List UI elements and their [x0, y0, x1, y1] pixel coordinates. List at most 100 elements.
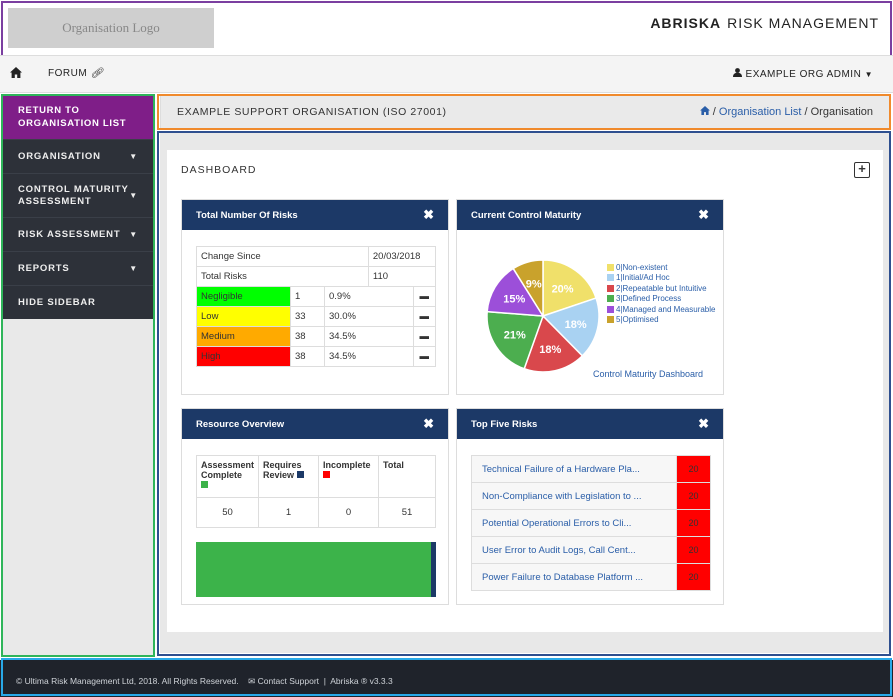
return-line-1: RETURN TO	[18, 105, 80, 116]
envelope-icon: ✉	[248, 676, 256, 686]
sidebar-item-reports[interactable]: REPORTS ▼	[2, 251, 154, 285]
panel-header: Top Five Risks ✖	[457, 409, 723, 439]
top-nav: FORUM 🔗︎ EXAMPLE ORG ADMIN ▼	[0, 55, 893, 93]
pie-slice-label: 18%	[565, 319, 587, 331]
breadcrumb-current: Organisation	[810, 106, 873, 118]
col-label: Assessment	[201, 460, 255, 470]
col-label: Total	[383, 460, 404, 470]
resource-progress-bar	[196, 542, 436, 597]
contact-support-link[interactable]: Contact Support	[258, 676, 319, 686]
col-label: Complete	[201, 470, 243, 480]
risk-pct: 0.9%	[324, 286, 414, 307]
top-risks-table: Technical Failure of a Hardware Pla... 20…	[471, 455, 711, 591]
legend-item: 0|Non-existent	[607, 262, 715, 273]
user-menu[interactable]: EXAMPLE ORG ADMIN ▼	[733, 68, 873, 80]
risk-level: High	[196, 346, 291, 367]
pie-slice-label: 20%	[552, 284, 574, 296]
resource-overview-panel: Resource Overview ✖ Assessment Complete Re…	[181, 408, 449, 605]
breadcrumb-separator: /	[804, 106, 808, 118]
table-row: Non-Compliance with Legislation to ... 20	[471, 482, 711, 510]
value-total: 51	[378, 497, 436, 528]
legend-label: 5|Optimised	[616, 315, 659, 325]
control-maturity-dashboard-link[interactable]: Control Maturity Dashboard	[593, 369, 703, 379]
col-label: Incomplete	[323, 460, 371, 470]
legend-item: 1|Initial/Ad Hoc	[607, 273, 715, 284]
label-line-2: ASSESSMENT	[18, 195, 92, 207]
caret-down-icon: ▼	[129, 264, 138, 273]
sidebar-item-label: CONTROL MATURITY ASSESSMENT	[18, 184, 129, 208]
user-icon	[733, 68, 743, 80]
table-row: Power Failure to Database Platform ... 20	[471, 563, 711, 591]
legend-swatch	[607, 284, 614, 292]
caret-down-icon: ▼	[864, 70, 873, 79]
legend-label: 1|Initial/Ad Hoc	[616, 273, 670, 283]
value-incomplete: 0	[318, 497, 380, 528]
risk-pct: 30.0%	[324, 306, 414, 327]
value-complete: 50	[195, 497, 260, 528]
risk-name-link[interactable]: Technical Failure of a Hardware Pla...	[471, 455, 677, 483]
breadcrumb-organisation-list-link[interactable]: Organisation List	[719, 106, 802, 118]
close-icon[interactable]: ✖	[698, 207, 709, 223]
risk-pct: 34.5%	[324, 346, 414, 367]
page-title: EXAMPLE SUPPORT ORGANISATION (ISO 27001)	[177, 106, 447, 118]
top-five-risks-panel: Top Five Risks ✖ Technical Failure of a H…	[456, 408, 724, 605]
close-icon[interactable]: ✖	[698, 416, 709, 432]
caret-down-icon: ▼	[129, 190, 138, 200]
incomplete-swatch	[323, 471, 331, 478]
return-to-organisation-list-button[interactable]: RETURN TO ORGANISATION LIST	[2, 95, 154, 139]
panel-title: Total Number Of Risks	[196, 209, 298, 221]
legend-swatch	[607, 274, 614, 282]
pie-slice-label: 15%	[503, 294, 525, 306]
dashboard: DASHBOARD + Total Number Of Risks ✖ Chang…	[167, 150, 883, 632]
col-total: Total	[378, 455, 436, 498]
close-icon[interactable]: ✖	[423, 416, 434, 432]
sidebar-item-hide-sidebar[interactable]: HIDE SIDEBAR	[2, 285, 154, 319]
legend-item: 4|Managed and Measurable	[607, 304, 715, 315]
total-risks-label: Total Risks	[196, 266, 369, 287]
return-line-2: ORGANISATION LIST	[18, 118, 127, 129]
progress-segment	[431, 542, 436, 597]
version-text: Abriska ® v3.3.3	[330, 676, 393, 686]
home-icon[interactable]	[10, 66, 22, 81]
table-row: Assessment Complete Requires Review Incomp…	[195, 455, 436, 498]
brand-subtitle: RISK MANAGEMENT	[727, 15, 879, 31]
caret-down-icon: ▼	[129, 230, 138, 239]
legend-item: 3|Defined Process	[607, 294, 715, 305]
col-label: Review	[263, 470, 295, 480]
risk-name-link[interactable]: User Error to Audit Logs, Call Cent...	[471, 536, 677, 564]
risk-level: Low	[196, 306, 291, 327]
sidebar-item-organisation[interactable]: ORGANISATION ▼	[2, 139, 154, 173]
sidebar-item-risk-assessment[interactable]: RISK ASSESSMENT ▼	[2, 217, 154, 251]
table-row: Total Risks 110	[196, 266, 437, 287]
add-widget-button[interactable]: +	[854, 162, 870, 178]
risk-score: 20	[676, 455, 711, 483]
risk-count: 38	[290, 346, 325, 367]
legend-swatch	[607, 295, 614, 303]
sidebar-item-label: RISK ASSESSMENT	[18, 229, 121, 240]
sidebar-item-control-maturity-assessment[interactable]: CONTROL MATURITY ASSESSMENT ▼	[2, 173, 154, 217]
close-icon[interactable]: ✖	[423, 207, 434, 223]
table-row: Change Since 20/03/2018	[196, 246, 437, 267]
risk-count: 38	[290, 326, 325, 347]
legend-swatch	[607, 305, 614, 313]
risk-name-link[interactable]: Potential Operational Errors to Cli...	[471, 509, 677, 537]
change-since-label: Change Since	[196, 246, 369, 267]
pie-slice-label: 9%	[526, 279, 542, 291]
risk-name-link[interactable]: Power Failure to Database Platform ...	[471, 563, 677, 591]
value-review: 1	[258, 497, 320, 528]
sidebar-item-label: ORGANISATION	[18, 151, 101, 162]
home-icon[interactable]	[699, 106, 710, 118]
legend-item: 2|Repeatable but Intuitive	[607, 283, 715, 294]
breadcrumb: / Organisation List / Organisation	[699, 106, 873, 118]
sidebar-item-label: REPORTS	[18, 263, 70, 274]
col-label: Requires	[263, 460, 302, 470]
brand-name: ABRISKA	[650, 15, 722, 31]
dashboard-title: DASHBOARD	[181, 164, 257, 176]
complete-swatch	[201, 481, 208, 488]
forum-link[interactable]: FORUM 🔗︎	[48, 68, 104, 79]
sidebar-item-label: HIDE SIDEBAR	[18, 297, 96, 308]
table-row: Negligible 1 0.9% ▬	[196, 286, 437, 307]
label-line-1: CONTROL MATURITY	[18, 183, 129, 195]
risk-score: 20	[676, 482, 711, 510]
risk-name-link[interactable]: Non-Compliance with Legislation to ...	[471, 482, 677, 510]
